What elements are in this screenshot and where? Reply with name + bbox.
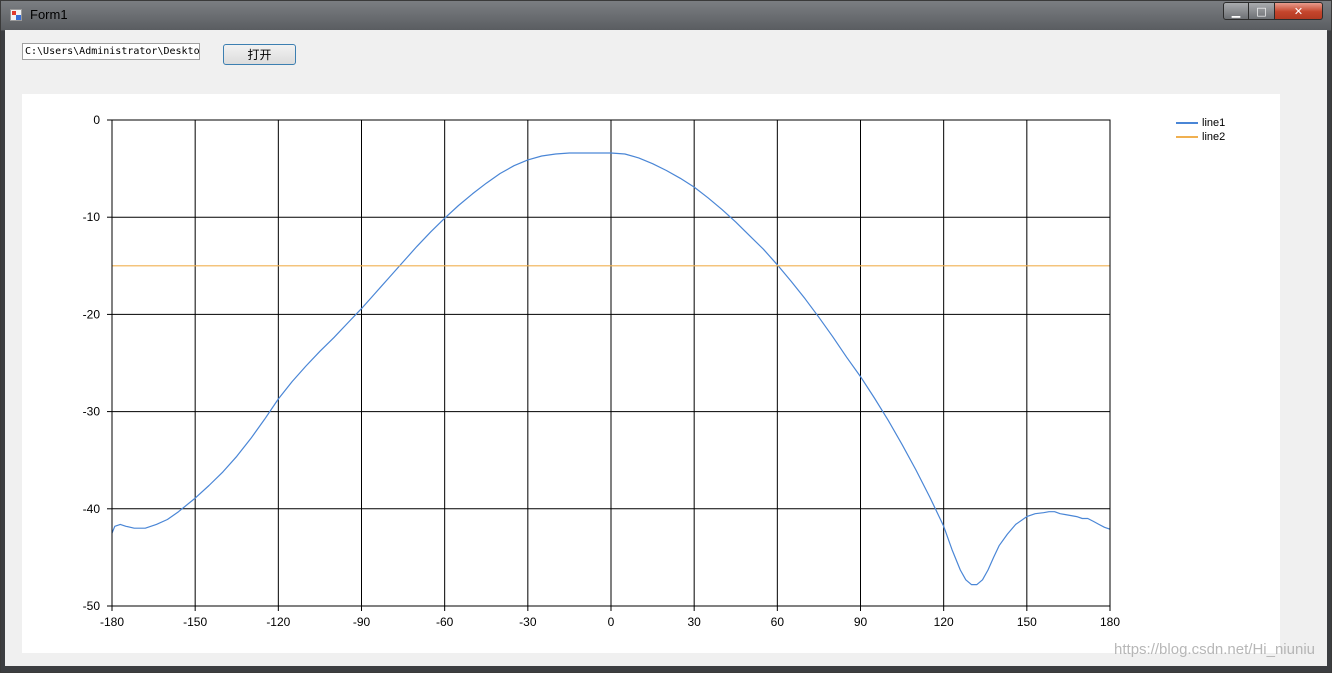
chart-control[interactable]: -180 -150 -120 -90 -60 -30 0 30 60 90 120 150 180 0 -1…	[22, 94, 1280, 653]
legend-label: line2	[1202, 131, 1226, 143]
app-window: Form1 ▁ □ ✕ C:\Users\Administrator\Deskt…	[0, 0, 1332, 673]
legend-item-line2: line2	[1176, 130, 1225, 144]
legend-swatch	[1176, 136, 1198, 138]
close-button[interactable]: ✕	[1275, 2, 1323, 20]
close-icon: ✕	[1293, 4, 1304, 18]
x-tick-label: 150	[1017, 615, 1037, 629]
x-tick-label: 90	[854, 615, 868, 629]
y-tick-label: -10	[83, 210, 101, 224]
x-tick-label: 180	[1100, 615, 1120, 629]
x-tick-label: 0	[608, 615, 615, 629]
legend-swatch	[1176, 122, 1198, 124]
file-path-input[interactable]: C:\Users\Administrator\Desktop\	[22, 43, 200, 60]
grid	[111, 119, 1111, 607]
maximize-icon: □	[1256, 4, 1267, 18]
minimize-button[interactable]: ▁	[1223, 2, 1249, 20]
x-tick-label: 60	[771, 615, 785, 629]
y-tick-label: -50	[83, 599, 101, 613]
title-bar[interactable]: Form1 ▁ □ ✕	[1, 1, 1331, 30]
chart-legend: line1 line2	[1176, 116, 1225, 144]
window-title: Form1	[30, 7, 68, 22]
x-tick-label: 120	[934, 615, 954, 629]
x-tick-label: -60	[436, 615, 454, 629]
legend-label: line1	[1202, 117, 1226, 129]
legend-item-line1: line1	[1176, 116, 1225, 130]
minimize-icon: ▁	[1231, 4, 1241, 18]
tick-labels: -180 -150 -120 -90 -60 -30 0 30 60 90 120 150 180 0 -1…	[83, 113, 1121, 629]
watermark-text: https://blog.csdn.net/Hi_niuniu	[1114, 641, 1315, 658]
y-tick-label: -30	[83, 405, 101, 419]
x-tick-label: -30	[519, 615, 537, 629]
open-button[interactable]: 打开	[223, 44, 296, 65]
y-tick-label: -20	[83, 307, 101, 321]
form-client-area: C:\Users\Administrator\Desktop\ 打开 -180-…	[5, 30, 1327, 666]
x-tick-label: -180	[100, 615, 124, 629]
x-tick-label: 30	[687, 615, 701, 629]
axes	[107, 119, 1111, 611]
x-tick-label: -150	[183, 615, 207, 629]
app-icon[interactable]	[10, 9, 22, 21]
y-tick-label: 0	[93, 113, 100, 127]
x-tick-label: -120	[266, 615, 290, 629]
maximize-button[interactable]: □	[1249, 2, 1275, 20]
chart-svg: -180 -150 -120 -90 -60 -30 0 30 60 90 120 150 180 0 -1…	[83, 113, 1121, 629]
caption-buttons: ▁ □ ✕	[1223, 2, 1323, 20]
x-tick-label: -90	[353, 615, 371, 629]
y-tick-label: -40	[83, 502, 101, 516]
